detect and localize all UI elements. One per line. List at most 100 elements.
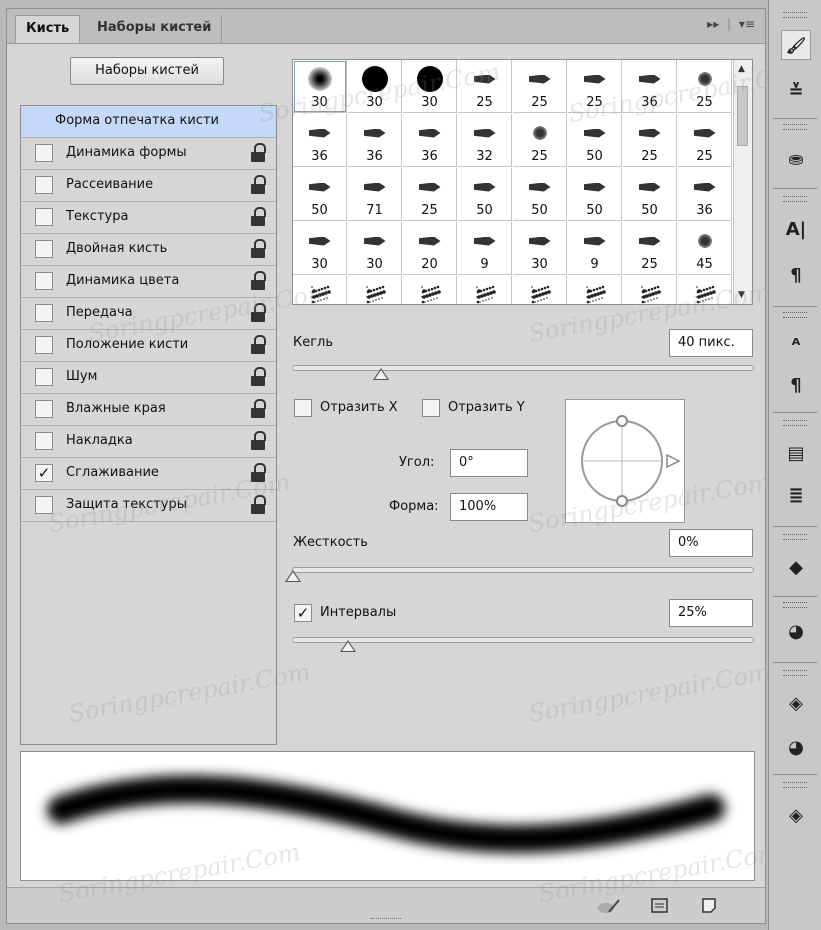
paragraph-styles-icon[interactable]: ¶ (783, 372, 809, 398)
hardness-field[interactable]: 0% (669, 529, 753, 557)
resize-grip[interactable] (371, 918, 401, 923)
paragraph-icon[interactable]: ¶ (783, 262, 809, 288)
spacing-slider[interactable] (292, 637, 754, 652)
brush-tip[interactable]: 36 (403, 114, 457, 167)
lock-icon[interactable] (250, 143, 266, 163)
layers-icon[interactable]: ◈ (783, 802, 809, 828)
brush-setting-checkbox[interactable] (35, 336, 53, 354)
brush-tip[interactable]: 32 (458, 114, 512, 167)
collapse-icon[interactable]: ▸▸ (707, 17, 719, 31)
size-slider[interactable] (292, 365, 754, 380)
toggle-live-tip-icon[interactable] (597, 896, 620, 916)
brush-tip[interactable] (293, 276, 347, 304)
brush-setting-item[interactable]: Форма отпечатка кисти (21, 106, 276, 138)
brush-setting-checkbox[interactable]: ✓ (35, 464, 53, 482)
brush-setting-item[interactable]: Двойная кисть (21, 234, 276, 266)
brush-tip[interactable]: 9 (458, 222, 512, 275)
dock-grip[interactable] (783, 312, 807, 318)
dock-grip[interactable] (783, 782, 807, 788)
brush-tip[interactable]: 30 (348, 60, 402, 113)
brush-setting-checkbox[interactable] (35, 176, 53, 194)
brush-tip[interactable]: 50 (458, 168, 512, 221)
brush-tip[interactable]: 36 (623, 60, 677, 113)
brush-grid-scrollbar[interactable]: ▲ ▼ (733, 60, 752, 304)
hardness-slider-thumb[interactable] (285, 570, 301, 582)
lock-icon[interactable] (250, 463, 266, 483)
lock-icon[interactable] (250, 335, 266, 355)
brush-setting-item[interactable]: Влажные края (21, 394, 276, 426)
lock-icon[interactable] (250, 303, 266, 323)
angle-roundness-widget[interactable] (565, 399, 685, 523)
brush-tip[interactable]: 36 (348, 114, 402, 167)
brush-tip[interactable]: 36 (293, 114, 347, 167)
clone-source-icon[interactable]: ⛂ (783, 146, 809, 172)
brush-setting-checkbox[interactable] (35, 208, 53, 226)
tool-presets-icon[interactable]: ▤ (783, 440, 809, 466)
lock-icon[interactable] (250, 367, 266, 387)
lock-icon[interactable] (250, 175, 266, 195)
spacing-field[interactable]: 25% (669, 599, 753, 627)
brush-tip[interactable]: 25 (513, 60, 567, 113)
lock-icon[interactable] (250, 495, 266, 515)
brush-setting-item[interactable]: Положение кисти (21, 330, 276, 362)
brush-setting-item[interactable]: ✓ Сглаживание (21, 458, 276, 490)
brush-tip[interactable]: 45 (678, 222, 732, 275)
flip-x-checkbox[interactable] (294, 399, 312, 417)
brush-tip[interactable]: 30 (348, 222, 402, 275)
brush-setting-item[interactable]: Защита текстуры (21, 490, 276, 522)
brush-setting-checkbox[interactable] (35, 400, 53, 418)
brush-tip[interactable]: 30 (293, 60, 347, 113)
brush-tip[interactable]: 50 (293, 168, 347, 221)
lock-icon[interactable] (250, 431, 266, 451)
brush-tip[interactable]: 30 (403, 60, 457, 113)
brush-setting-checkbox[interactable] (35, 368, 53, 386)
dock-grip[interactable] (783, 602, 807, 608)
scroll-down-icon[interactable]: ▼ (738, 290, 745, 300)
brush-tip[interactable]: 25 (678, 114, 732, 167)
brush-tip[interactable]: 50 (513, 168, 567, 221)
size-slider-thumb[interactable] (372, 368, 389, 380)
brush-tip[interactable] (568, 276, 622, 304)
new-preset-icon[interactable] (700, 896, 720, 916)
roundness-field[interactable]: 100% (450, 493, 528, 521)
brush-tip[interactable]: 25 (568, 60, 622, 113)
brush-setting-item[interactable]: Текстура (21, 202, 276, 234)
brush-setting-checkbox[interactable] (35, 304, 53, 322)
brush-setting-checkbox[interactable] (35, 240, 53, 258)
brush-tip[interactable]: 71 (348, 168, 402, 221)
brush-tip[interactable] (348, 276, 402, 304)
panel-menu-icon[interactable]: ▾≡ (739, 17, 755, 31)
brush-setting-checkbox[interactable] (35, 272, 53, 290)
brush-setting-checkbox[interactable] (35, 432, 53, 450)
brush-setting-item[interactable]: Рассеивание (21, 170, 276, 202)
brush-setting-item[interactable]: Накладка (21, 426, 276, 458)
brush-tip[interactable]: 30 (293, 222, 347, 275)
brush-projection-icon[interactable] (650, 896, 670, 916)
brush-setting-item[interactable]: Передача (21, 298, 276, 330)
brush-tip[interactable]: 25 (623, 222, 677, 275)
brush-tip[interactable]: 30 (513, 222, 567, 275)
layer-comps-icon[interactable]: ≣ (783, 482, 809, 508)
brush-tip[interactable] (678, 276, 732, 304)
brush-tip[interactable] (458, 276, 512, 304)
brush-setting-checkbox[interactable] (35, 496, 53, 514)
brush-tip[interactable]: 50 (568, 168, 622, 221)
brush-tip[interactable]: 50 (623, 168, 677, 221)
dock-grip[interactable] (783, 670, 807, 676)
brush-tip[interactable]: 25 (678, 60, 732, 113)
brush-setting-item[interactable]: Динамика формы (21, 138, 276, 170)
brush-tip[interactable] (623, 276, 677, 304)
scroll-thumb[interactable] (737, 86, 748, 146)
character-styles-icon[interactable]: ᴬ (783, 332, 809, 358)
brush-tip[interactable]: 25 (403, 168, 457, 221)
layers-icon[interactable]: ◈ (783, 690, 809, 716)
tab-brush[interactable]: Кисть (15, 15, 81, 43)
brush-settings-icon[interactable]: ≚ (783, 78, 809, 104)
brush-tip[interactable]: 25 (458, 60, 512, 113)
dock-grip[interactable] (783, 196, 807, 202)
dock-grip[interactable] (783, 124, 807, 130)
brush-setting-item[interactable]: Динамика цвета (21, 266, 276, 298)
brush-setting-item[interactable]: Шум (21, 362, 276, 394)
brush-presets-button[interactable]: Наборы кистей (70, 57, 224, 85)
brush-tip[interactable] (513, 276, 567, 304)
